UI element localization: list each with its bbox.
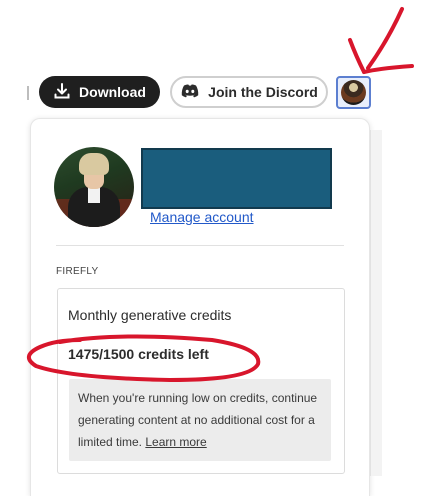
arrow-annotation-icon bbox=[348, 7, 414, 74]
download-button[interactable]: Download bbox=[39, 76, 160, 108]
profile-avatar bbox=[54, 147, 134, 227]
redacted-user-info bbox=[141, 148, 332, 209]
credits-remaining: 1475/1500 credits left bbox=[68, 346, 209, 362]
toolbar-left-edge bbox=[27, 86, 29, 100]
discord-label: Join the Discord bbox=[208, 84, 318, 100]
download-label: Download bbox=[79, 84, 146, 100]
avatar-icon bbox=[341, 80, 366, 105]
manage-account-link[interactable]: Manage account bbox=[150, 209, 254, 225]
credits-title: Monthly generative credits bbox=[68, 307, 232, 323]
section-label-firefly: FIREFLY bbox=[56, 266, 99, 277]
divider bbox=[56, 245, 344, 246]
download-icon bbox=[53, 82, 71, 103]
account-avatar-button[interactable] bbox=[336, 76, 371, 109]
credits-info-text: When you're running low on credits, cont… bbox=[78, 387, 326, 453]
join-discord-button[interactable]: Join the Discord bbox=[170, 76, 328, 108]
panel-scroll-edge bbox=[370, 130, 382, 476]
discord-icon bbox=[180, 83, 200, 102]
learn-more-link[interactable]: Learn more bbox=[145, 435, 206, 449]
